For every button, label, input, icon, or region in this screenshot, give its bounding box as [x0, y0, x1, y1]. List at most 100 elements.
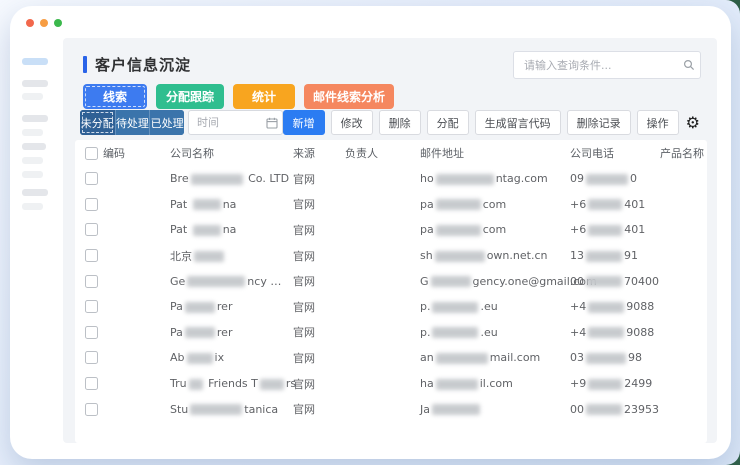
- cell-source: 官网: [293, 300, 315, 314]
- row-checkbox-wrap: [85, 197, 103, 211]
- cell-source: 官网: [293, 198, 315, 212]
- table-row: 北京 官网 sh own.net.cn 13 91: [75, 243, 707, 269]
- date-input[interactable]: [188, 116, 262, 129]
- cell-source: 官网: [293, 172, 315, 186]
- search-box: [513, 51, 701, 79]
- action-button-3[interactable]: 分配: [426, 110, 469, 135]
- window-traffic-lights: [26, 19, 62, 27]
- column-header-4: 邮件地址: [420, 147, 464, 160]
- row-checkbox[interactable]: [85, 377, 98, 391]
- redacted-text: [435, 352, 488, 364]
- column-header-2: 来源: [293, 147, 315, 160]
- tab-3[interactable]: 邮件线索分析: [304, 84, 394, 109]
- action-button-6[interactable]: 操作: [636, 110, 679, 135]
- action-button-1[interactable]: 修改: [330, 110, 373, 135]
- calendar-icon[interactable]: [262, 117, 282, 129]
- redacted-text: [586, 404, 622, 416]
- redacted-text: [588, 199, 623, 211]
- redacted-text: [192, 224, 221, 236]
- cell-email: Ggency.one@gmail.com: [420, 274, 597, 288]
- action-buttons: 新增 修改 删除 分配 生成留言代码 删除记录 操作 ⚙: [282, 110, 701, 135]
- segment-2[interactable]: 已处理: [149, 110, 184, 135]
- redacted-text: [588, 224, 623, 236]
- tab-1[interactable]: 分配跟踪: [156, 84, 224, 109]
- minimize-window-dot[interactable]: [40, 19, 48, 27]
- cell-phone: 03 98: [570, 351, 642, 365]
- column-header-5: 公司电话: [570, 147, 614, 160]
- action-button-2[interactable]: 删除: [378, 110, 421, 135]
- segment-1[interactable]: 待处理: [114, 110, 150, 135]
- column-header-6: 产品名称: [660, 147, 704, 160]
- table-row: Pat na 官网 pa com +6 401: [75, 192, 707, 218]
- column-header-1: 公司名称: [170, 147, 214, 160]
- cell-source: 官网: [293, 351, 315, 365]
- row-checkbox[interactable]: [85, 300, 98, 314]
- action-button-4[interactable]: 生成留言代码: [474, 110, 561, 135]
- sidebar-skeleton-item: [22, 143, 46, 150]
- sidebar-skeleton-item: [22, 80, 48, 87]
- row-checkbox-wrap: [85, 249, 103, 263]
- redacted-text: [190, 173, 243, 185]
- cell-company: Pat na: [170, 223, 237, 237]
- cell-phone: +4 9088: [570, 325, 655, 339]
- cell-source: 官网: [293, 326, 315, 340]
- action-button-0[interactable]: 新增: [282, 110, 325, 135]
- table-row: Stu tanica 官网 Ja 00 23953: [75, 396, 707, 422]
- page-title: 客户信息沉淀: [95, 56, 192, 74]
- cell-phone: +6 401: [570, 197, 646, 211]
- sidebar-skeleton-item: [22, 58, 48, 65]
- table-row: Ab ix 官网 an mail.com 03 98: [75, 345, 707, 371]
- row-checkbox[interactable]: [85, 402, 98, 416]
- cell-company: 北京: [170, 248, 293, 264]
- cell-company: Ab ix: [170, 351, 225, 365]
- row-checkbox-wrap: [85, 377, 103, 391]
- redacted-text: [435, 173, 494, 185]
- close-window-dot[interactable]: [26, 19, 34, 27]
- page-header: 客户信息沉淀: [83, 54, 191, 75]
- maximize-window-dot[interactable]: [54, 19, 62, 27]
- row-checkbox[interactable]: [85, 197, 98, 211]
- tab-2[interactable]: 统计: [233, 84, 295, 109]
- sidebar-skeleton-item: [22, 171, 43, 178]
- redacted-text: [184, 327, 215, 339]
- row-checkbox[interactable]: [85, 351, 98, 365]
- redacted-text: [588, 301, 625, 313]
- row-checkbox-wrap: [85, 223, 103, 237]
- select-all-checkbox[interactable]: [85, 146, 98, 160]
- module-tabs: 线索 分配跟踪 统计 邮件线索分析: [83, 84, 394, 109]
- row-checkbox-wrap: [85, 274, 103, 288]
- table-row: Pat na 官网 pa com +6 401: [75, 217, 707, 243]
- redacted-text: [432, 301, 479, 313]
- redacted-text: [192, 199, 221, 211]
- sidebar-skeleton-item: [22, 93, 43, 100]
- redacted-text: [432, 327, 479, 339]
- redacted-text: [184, 301, 215, 313]
- search-icon[interactable]: [678, 59, 700, 71]
- row-checkbox[interactable]: [85, 223, 98, 237]
- title-accent-bar: [83, 56, 87, 73]
- gear-icon[interactable]: ⚙: [685, 110, 701, 135]
- cell-company: Ge ncy …: [170, 274, 282, 288]
- cell-phone: 13 91: [570, 249, 638, 263]
- segment-0[interactable]: 未分配: [80, 110, 115, 135]
- search-input[interactable]: [514, 58, 678, 72]
- table-header-row: 编码 公司名称 来源 负责人 邮件地址 公司电话 产品名称: [75, 140, 707, 166]
- table-row: Pa rer 官网 p. .eu +4 9088: [75, 320, 707, 346]
- cell-phone: 00 23953: [570, 402, 659, 416]
- row-checkbox[interactable]: [85, 274, 98, 288]
- cell-source: 官网: [293, 377, 315, 391]
- date-filter: [187, 110, 283, 135]
- cell-email: ho ntag.com: [420, 172, 548, 186]
- row-checkbox[interactable]: [85, 249, 98, 263]
- cell-email: Ja: [420, 403, 570, 416]
- action-button-5[interactable]: 删除记录: [566, 110, 631, 135]
- redacted-text: [194, 251, 224, 263]
- redacted-text: [186, 352, 213, 364]
- row-checkbox[interactable]: [85, 172, 98, 186]
- redacted-text: [586, 173, 628, 185]
- row-checkbox[interactable]: [85, 325, 98, 339]
- redacted-text: [188, 378, 203, 390]
- tab-0[interactable]: 线索: [83, 84, 147, 109]
- cell-company: Pa rer: [170, 325, 233, 339]
- column-header-3: 负责人: [345, 147, 378, 160]
